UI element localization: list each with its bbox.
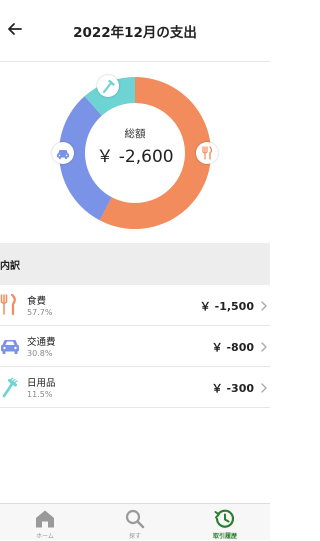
car-icon (57, 150, 69, 160)
toothbrush-icon (2, 377, 18, 398)
car-icon (1, 340, 19, 354)
tab-home[interactable]: ホーム (0, 504, 90, 541)
bottom-tab-bar: ホーム 探す 取引履歴 (0, 503, 270, 540)
home-icon (36, 510, 54, 528)
tab-home-label: ホーム (36, 533, 54, 540)
fork-knife-icon (0, 294, 16, 316)
category-name: 交通費 (27, 337, 56, 348)
daily-goods-slice-marker[interactable] (97, 75, 120, 98)
food-slice-marker[interactable] (196, 142, 218, 164)
expense-donut-chart: 総額 ￥ -2,600 (0, 62, 270, 243)
category-name: 食費 (27, 296, 47, 307)
tab-search[interactable]: 探す (90, 504, 180, 541)
search-icon (125, 509, 145, 529)
category-percent: 57.7% (27, 308, 53, 317)
chevron-right-icon (261, 301, 267, 311)
category-percent: 11.5% (27, 390, 53, 399)
fork-knife-icon (202, 146, 213, 160)
category-amount: ￥ -300 (211, 382, 254, 395)
breakdown-row-transport[interactable]: 交通費 30.8% ￥ -800 (0, 326, 270, 367)
category-amount: ￥ -800 (211, 341, 254, 354)
chevron-right-icon (261, 383, 267, 393)
breakdown-section-header: 内訳 (0, 243, 270, 285)
category-name: 日用品 (27, 378, 56, 389)
tab-search-label: 探す (128, 533, 141, 540)
category-amount: ￥ -1,500 (199, 300, 254, 313)
chevron-right-icon (261, 342, 267, 352)
tab-history-label: 取引履歴 (212, 533, 237, 540)
app-header: 2022年12月の支出 (0, 0, 270, 62)
tab-history[interactable]: 取引履歴 (180, 504, 270, 541)
page-title: 2022年12月の支出 (73, 25, 197, 41)
total-label: 総額 (124, 128, 146, 140)
breakdown-row-daily-goods[interactable]: 日用品 11.5% ￥ -300 (0, 367, 270, 408)
total-value: ￥ -2,600 (96, 147, 174, 167)
toothbrush-icon (103, 79, 116, 94)
breakdown-title: 内訳 (0, 261, 20, 272)
breakdown-row-food[interactable]: 食費 57.7% ￥ -1,500 (0, 285, 270, 326)
transport-slice-marker[interactable] (52, 142, 74, 164)
category-percent: 30.8% (27, 349, 53, 358)
history-icon (214, 509, 235, 528)
